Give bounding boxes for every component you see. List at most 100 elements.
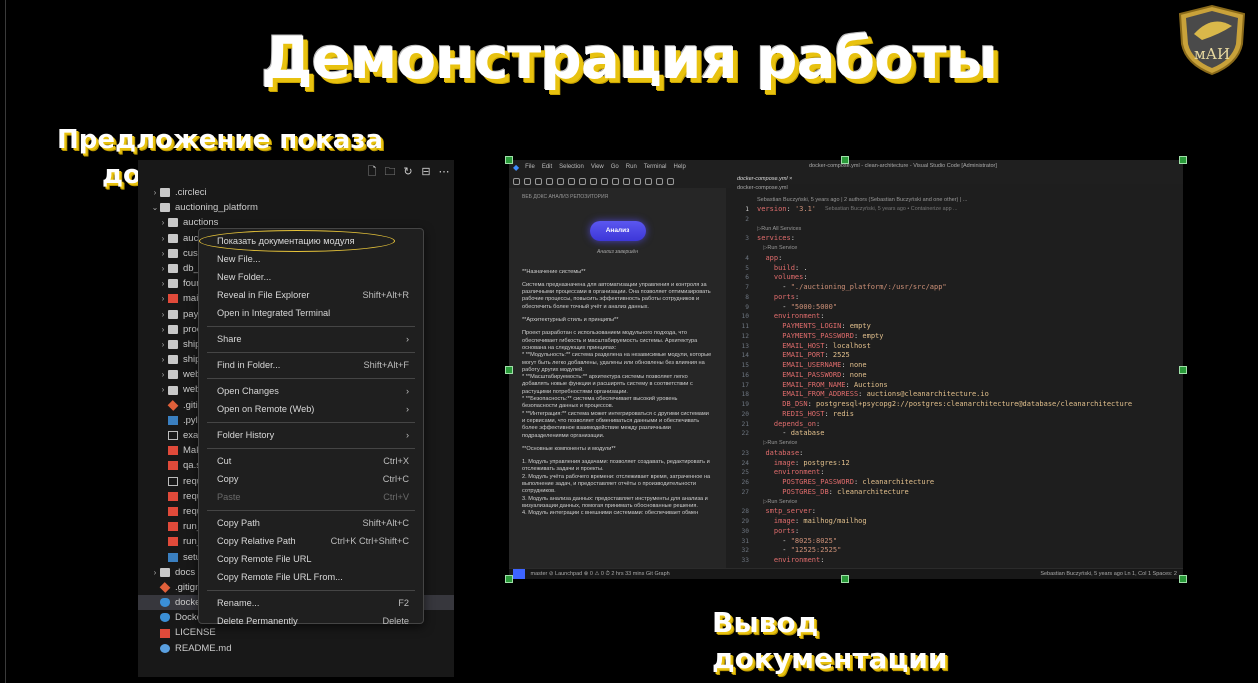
resize-handle[interactable] [1179, 366, 1187, 374]
menu-run[interactable]: Run [626, 164, 637, 170]
toolbar-icon[interactable] [546, 177, 553, 185]
code-editor[interactable]: docker-compose.yml × docker-compose.yml … [731, 174, 1183, 568]
toolbar-icon[interactable] [667, 177, 674, 185]
more-icon[interactable]: ⋯ [438, 166, 450, 178]
resize-handle[interactable] [1179, 575, 1187, 583]
menu-item[interactable]: Rename... F2 [199, 594, 423, 612]
chevron-icon[interactable]: › [158, 261, 168, 276]
toolbar-icon[interactable] [623, 177, 630, 185]
refresh-icon[interactable]: ↻ [402, 166, 414, 178]
codelens-run[interactable]: ▷Run All Services [757, 225, 801, 235]
menu-item[interactable]: Open Changes › [199, 382, 423, 400]
menu-edit[interactable]: Edit [542, 164, 552, 170]
slide-title: Демонстрация работы [260, 24, 998, 92]
chevron-icon[interactable]: › [158, 246, 168, 261]
toolbar-icon[interactable] [568, 177, 575, 185]
toolbar-icon[interactable] [634, 177, 641, 185]
chevron-icon[interactable]: ⌄ [150, 200, 160, 215]
chevron-icon[interactable]: › [158, 276, 168, 291]
tree-item[interactable]: README.md [138, 641, 454, 656]
chevron-icon[interactable]: › [150, 185, 160, 200]
menu-go[interactable]: Go [611, 164, 619, 170]
code-token: smtp_server [765, 507, 812, 516]
collapse-icon[interactable]: ⊟ [420, 166, 432, 178]
menu-terminal[interactable]: Terminal [644, 164, 667, 170]
chevron-icon[interactable]: › [158, 231, 168, 246]
code-token: ports [773, 526, 795, 535]
chevron-icon[interactable]: › [158, 367, 168, 382]
menu-item[interactable]: Copy Path Shift+Alt+C [199, 514, 423, 532]
toolbar-icon[interactable] [535, 177, 542, 185]
resize-handle[interactable] [505, 156, 513, 164]
tree-item[interactable]: ⌄ auctioning_platform [138, 200, 454, 215]
chevron-icon[interactable]: › [158, 337, 168, 352]
chevron-icon[interactable]: › [158, 352, 168, 367]
new-file-icon[interactable]: 🗋 [366, 166, 378, 178]
menu-item[interactable]: Cut Ctrl+X [199, 452, 423, 470]
remote-icon[interactable] [513, 569, 525, 579]
line-number: 32 [741, 547, 749, 555]
code-token: image [773, 458, 795, 467]
editor-tab[interactable]: docker-compose.yml × [731, 174, 1183, 184]
line-number: 4 [745, 254, 749, 262]
toolbar-icon[interactable] [601, 177, 608, 185]
tree-item[interactable]: › .circleci [138, 185, 454, 200]
menu-item[interactable]: Показать документацию модуля [199, 230, 423, 252]
new-folder-icon[interactable]: 🗀 [384, 166, 396, 178]
analyze-button[interactable]: Анализ [589, 221, 646, 242]
menu-item-label: Delete Permanently [217, 616, 298, 626]
toolbar-icon[interactable] [579, 177, 586, 185]
codelens-run[interactable]: ▷Run Service [757, 244, 797, 254]
menu-item[interactable]: Find in Folder... Shift+Alt+F [199, 356, 423, 374]
chevron-icon[interactable]: › [158, 215, 168, 230]
menu-item[interactable]: Copy Remote File URL [199, 550, 423, 568]
code-line: 2 [731, 215, 1183, 225]
menu-view[interactable]: View [591, 164, 604, 170]
file-icon [168, 522, 178, 532]
close-icon[interactable]: × [789, 176, 792, 182]
menu-item[interactable]: New Folder... [199, 268, 423, 286]
code-token: PAYMENTS_PASSWORD [782, 331, 854, 340]
toolbar-icon[interactable] [656, 177, 663, 185]
menu-item[interactable]: Reveal in File Explorer Shift+Alt+R [199, 286, 423, 304]
toolbar-icon[interactable] [524, 177, 531, 185]
resize-handle[interactable] [1179, 156, 1187, 164]
resize-handle[interactable] [505, 366, 513, 374]
chevron-icon[interactable]: › [158, 382, 168, 397]
toolbar-icon[interactable] [557, 177, 564, 185]
menu-item[interactable]: Copy Remote File URL From... [199, 568, 423, 586]
code-token: - [757, 546, 791, 555]
menu-item[interactable]: Copy Relative Path Ctrl+K Ctrl+Shift+C [199, 532, 423, 550]
menu-item[interactable]: Copy Ctrl+C [199, 470, 423, 488]
toolbar-icon[interactable] [513, 177, 520, 185]
chevron-icon[interactable]: › [150, 565, 160, 580]
resize-handle[interactable] [841, 156, 849, 164]
breadcrumb[interactable]: docker-compose.yml [731, 184, 1183, 193]
resize-handle[interactable] [841, 575, 849, 583]
menu-item: Paste Ctrl+V [199, 488, 423, 506]
menu-help[interactable]: Help [673, 164, 685, 170]
codelens-run[interactable]: ▷Run Service [757, 498, 797, 508]
chevron-icon[interactable]: › [158, 322, 168, 337]
code-token: depends_on [773, 419, 817, 428]
menu-item[interactable]: Delete Permanently Delete [199, 612, 423, 630]
menu-item[interactable]: Open on Remote (Web) › [199, 400, 423, 418]
chevron-icon[interactable]: › [158, 307, 168, 322]
menu-file[interactable]: File [525, 164, 535, 170]
toolbar-icon[interactable] [590, 177, 597, 185]
toolbar-icon[interactable] [645, 177, 652, 185]
menu-item-label: Paste [217, 492, 241, 502]
toolbar-icon[interactable] [612, 177, 619, 185]
menu-item[interactable]: Share › [199, 330, 423, 348]
resize-handle[interactable] [505, 575, 513, 583]
menu-item[interactable]: Folder History › [199, 426, 423, 444]
menu-selection[interactable]: Selection [559, 164, 584, 170]
doc-paragraph: **Основные компоненты и модули** [522, 445, 616, 452]
menu-item[interactable]: New File... [199, 250, 423, 268]
chevron-icon[interactable]: › [158, 291, 168, 306]
code-line: 16 EMAIL_PASSWORD: none [731, 371, 1183, 381]
menu-item[interactable]: Open in Integrated Terminal [199, 304, 423, 322]
code-token: none [849, 370, 867, 379]
codelens-run[interactable]: ▷Run Service [757, 439, 797, 449]
code-line: 14 EMAIL_PORT: 2525 [731, 351, 1183, 361]
